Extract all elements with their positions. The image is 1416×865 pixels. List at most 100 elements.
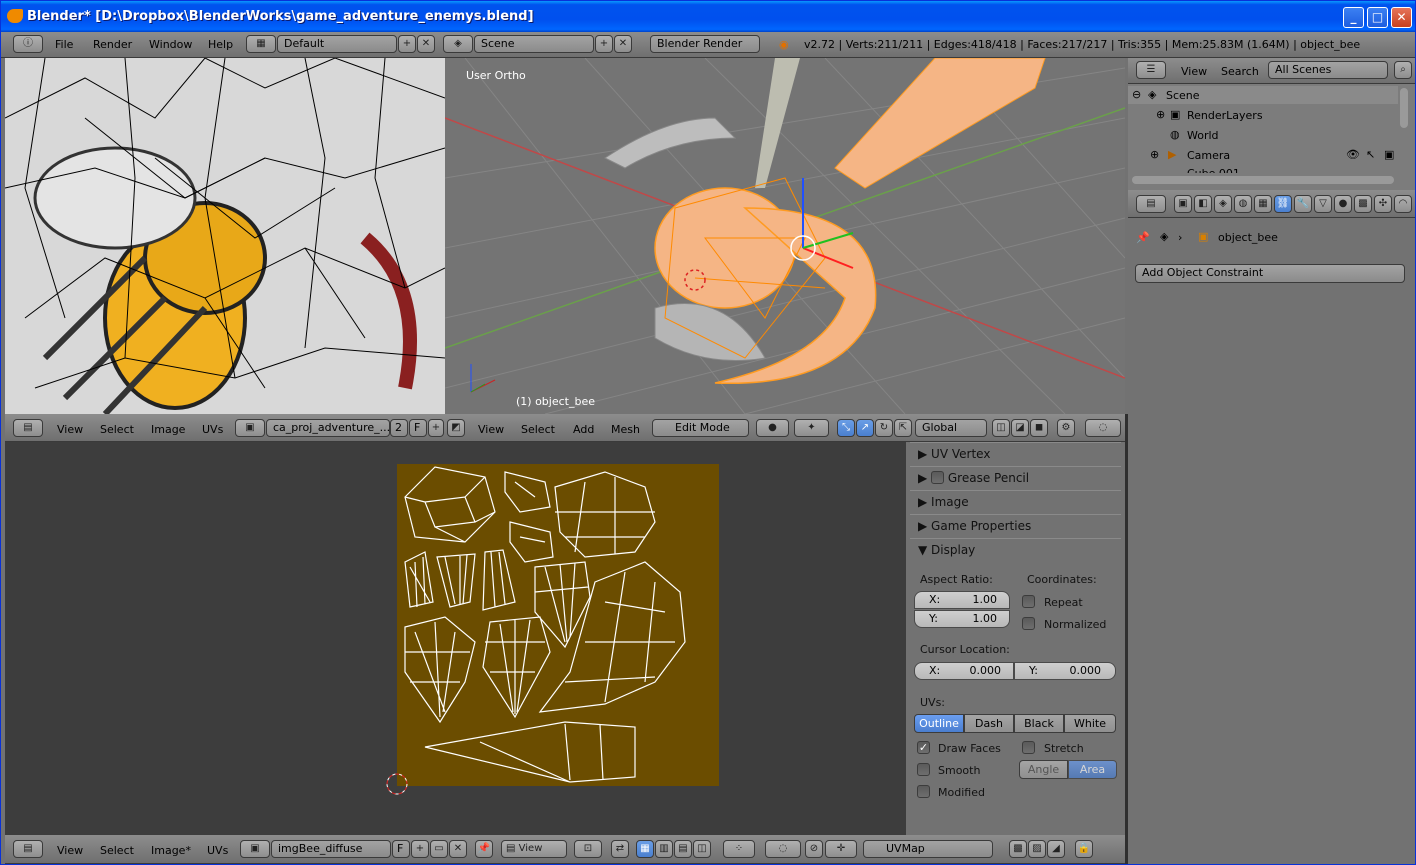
menu-view[interactable]: View xyxy=(478,423,504,436)
expand-icon[interactable]: ⊕ xyxy=(1150,148,1159,161)
menu-render[interactable]: Render xyxy=(93,38,132,51)
sync-selection-icon[interactable]: ⇄ xyxy=(611,840,629,858)
reference-image-view[interactable] xyxy=(5,58,445,414)
uv-white-button[interactable]: White xyxy=(1064,714,1116,733)
smooth-checkbox[interactable] xyxy=(917,763,930,776)
uv-dash-button[interactable]: Dash xyxy=(964,714,1014,733)
outliner-item-renderlayers[interactable]: RenderLayers xyxy=(1187,109,1263,122)
menu-uvs[interactable]: UVs xyxy=(202,423,223,436)
area-divider[interactable] xyxy=(1125,414,1128,864)
stretch-checkbox[interactable] xyxy=(1022,741,1035,754)
grease-pencil-checkbox[interactable] xyxy=(931,471,945,484)
image-browse-icon[interactable]: ▣ xyxy=(235,419,265,437)
outliner-filter-select[interactable]: All Scenes xyxy=(1268,61,1388,79)
editor-type-outliner-icon[interactable]: ☰ xyxy=(1136,61,1166,79)
menu-image[interactable]: Image xyxy=(151,423,185,436)
outliner-scrollbar-v[interactable] xyxy=(1400,88,1408,128)
remove-scene-icon[interactable]: ✕ xyxy=(614,35,632,53)
outliner-menu-view[interactable]: View xyxy=(1181,65,1207,78)
scene-tab-icon[interactable]: ◈ xyxy=(1214,195,1232,213)
shading-solid-icon[interactable]: ● xyxy=(756,419,789,437)
translate-icon[interactable]: ↗ xyxy=(856,419,874,437)
constraints-tab-icon[interactable]: ⛓ xyxy=(1274,195,1292,213)
pivot-icon[interactable]: ✦ xyxy=(794,419,829,437)
unlink-image-icon[interactable]: ✕ xyxy=(449,840,467,858)
channel-alpha-icon[interactable]: ▨ xyxy=(1028,840,1046,858)
image-name-field[interactable]: ca_proj_adventure_... xyxy=(266,419,390,437)
menu-select[interactable]: Select xyxy=(100,844,134,857)
expand-icon[interactable]: ⊕ xyxy=(1156,108,1165,121)
channel-z-icon[interactable]: ◢ xyxy=(1047,840,1065,858)
3d-viewport[interactable]: User Ortho (1) object_bee xyxy=(445,58,1125,414)
editor-type-image-icon[interactable]: ▤ xyxy=(13,840,43,858)
menu-select[interactable]: Select xyxy=(100,423,134,436)
manipulator-toggle-icon[interactable]: ⤡ xyxy=(837,419,855,437)
occlude-geometry-icon[interactable]: ⚙ xyxy=(1057,419,1075,437)
edge-select-icon[interactable]: ◪ xyxy=(1011,419,1029,437)
pin-image-icon[interactable]: 📌 xyxy=(475,840,493,858)
channel-color-icon[interactable]: ▩ xyxy=(1009,840,1027,858)
uv-black-button[interactable]: Black xyxy=(1014,714,1064,733)
expand-icon[interactable]: ⊖ xyxy=(1132,88,1141,101)
remove-layout-icon[interactable]: ✕ xyxy=(417,35,435,53)
minimize-button[interactable]: _ xyxy=(1343,7,1364,28)
uv-image-name-field[interactable]: imgBee_diffuse xyxy=(271,840,391,858)
sticky-selection-icon[interactable]: ⁘ xyxy=(723,840,755,858)
uv-editor-canvas[interactable] xyxy=(5,442,906,835)
outliner-search-icon[interactable]: ⌕ xyxy=(1394,61,1412,79)
particles-tab-icon[interactable]: ✣ xyxy=(1374,195,1392,213)
cursor-y-field[interactable]: Y: 0.000 xyxy=(1014,662,1116,680)
cursor-x-field[interactable]: X: 0.000 xyxy=(914,662,1014,680)
outliner-scrollbar-h[interactable] xyxy=(1132,176,1394,184)
selectable-cursor-icon[interactable]: ↖ xyxy=(1366,148,1375,161)
stretch-area-button[interactable]: Area xyxy=(1068,760,1117,779)
layout-field[interactable]: Default xyxy=(277,35,397,53)
pin-icon[interactable]: 📌 xyxy=(1136,231,1150,244)
add-object-constraint-select[interactable]: Add Object Constraint xyxy=(1135,264,1405,283)
island-select-icon[interactable]: ◫ xyxy=(693,840,711,858)
screen-layout-icon[interactable]: ▦ xyxy=(246,35,276,53)
editor-type-3d-icon[interactable]: ◩ xyxy=(447,419,465,437)
menu-view[interactable]: View xyxy=(57,423,83,436)
menu-image[interactable]: Image* xyxy=(151,844,191,857)
snap-element-icon[interactable]: ✛ xyxy=(825,840,857,858)
snap-toggle-icon[interactable]: ⊘ xyxy=(805,840,823,858)
draw-faces-checkbox[interactable]: ✓ xyxy=(917,741,930,754)
maximize-button[interactable]: □ xyxy=(1367,7,1388,28)
add-scene-icon[interactable]: + xyxy=(595,35,613,53)
vertex-select-icon[interactable]: ▦ xyxy=(636,840,654,858)
vertex-select-icon[interactable]: ◫ xyxy=(992,419,1010,437)
menu-window[interactable]: Window xyxy=(149,38,192,51)
menu-mesh[interactable]: Mesh xyxy=(611,423,640,436)
render-tab-icon[interactable]: ▣ xyxy=(1174,195,1192,213)
editor-type-image-icon[interactable]: ▤ xyxy=(13,419,43,437)
lock-icon[interactable]: 🔒 xyxy=(1075,840,1093,858)
material-tab-icon[interactable]: ● xyxy=(1334,195,1352,213)
editor-type-info-icon[interactable]: ⓘ xyxy=(13,35,43,53)
panel-image[interactable]: ▶ Image xyxy=(910,490,1121,512)
menu-add[interactable]: Add xyxy=(573,423,594,436)
menu-select[interactable]: Select xyxy=(521,423,555,436)
data-tab-icon[interactable]: ▽ xyxy=(1314,195,1332,213)
aspect-x-field[interactable]: X: 1.00 xyxy=(914,591,1010,609)
panel-grease-pencil[interactable]: ▶ Grease Pencil xyxy=(910,466,1121,488)
editor-type-properties-icon[interactable]: ▤ xyxy=(1136,195,1166,213)
image-browse-icon[interactable]: ▣ xyxy=(240,840,270,858)
close-button[interactable]: ✕ xyxy=(1391,7,1412,28)
outliner-item-scene[interactable]: Scene xyxy=(1166,89,1200,102)
modifiers-tab-icon[interactable]: 🔧 xyxy=(1294,195,1312,213)
visibility-eye-icon[interactable]: 👁 xyxy=(1346,148,1360,161)
renderlayers-tab-icon[interactable]: ◧ xyxy=(1194,195,1212,213)
physics-tab-icon[interactable]: ◠ xyxy=(1394,195,1412,213)
modified-checkbox[interactable] xyxy=(917,785,930,798)
uvmap-select[interactable]: UVMap xyxy=(863,840,993,858)
scene-icon[interactable]: ◈ xyxy=(443,35,473,53)
uv-outline-button[interactable]: Outline xyxy=(914,714,964,733)
proportional-edit-icon[interactable]: ◌ xyxy=(765,840,801,858)
proportional-edit-icon[interactable]: ◌ xyxy=(1085,419,1121,437)
rotate-icon[interactable]: ↻ xyxy=(875,419,893,437)
new-image-icon[interactable]: + xyxy=(411,840,429,858)
aspect-y-field[interactable]: Y: 1.00 xyxy=(914,610,1010,628)
texture-tab-icon[interactable]: ▩ xyxy=(1354,195,1372,213)
face-select-icon[interactable]: ▤ xyxy=(674,840,692,858)
